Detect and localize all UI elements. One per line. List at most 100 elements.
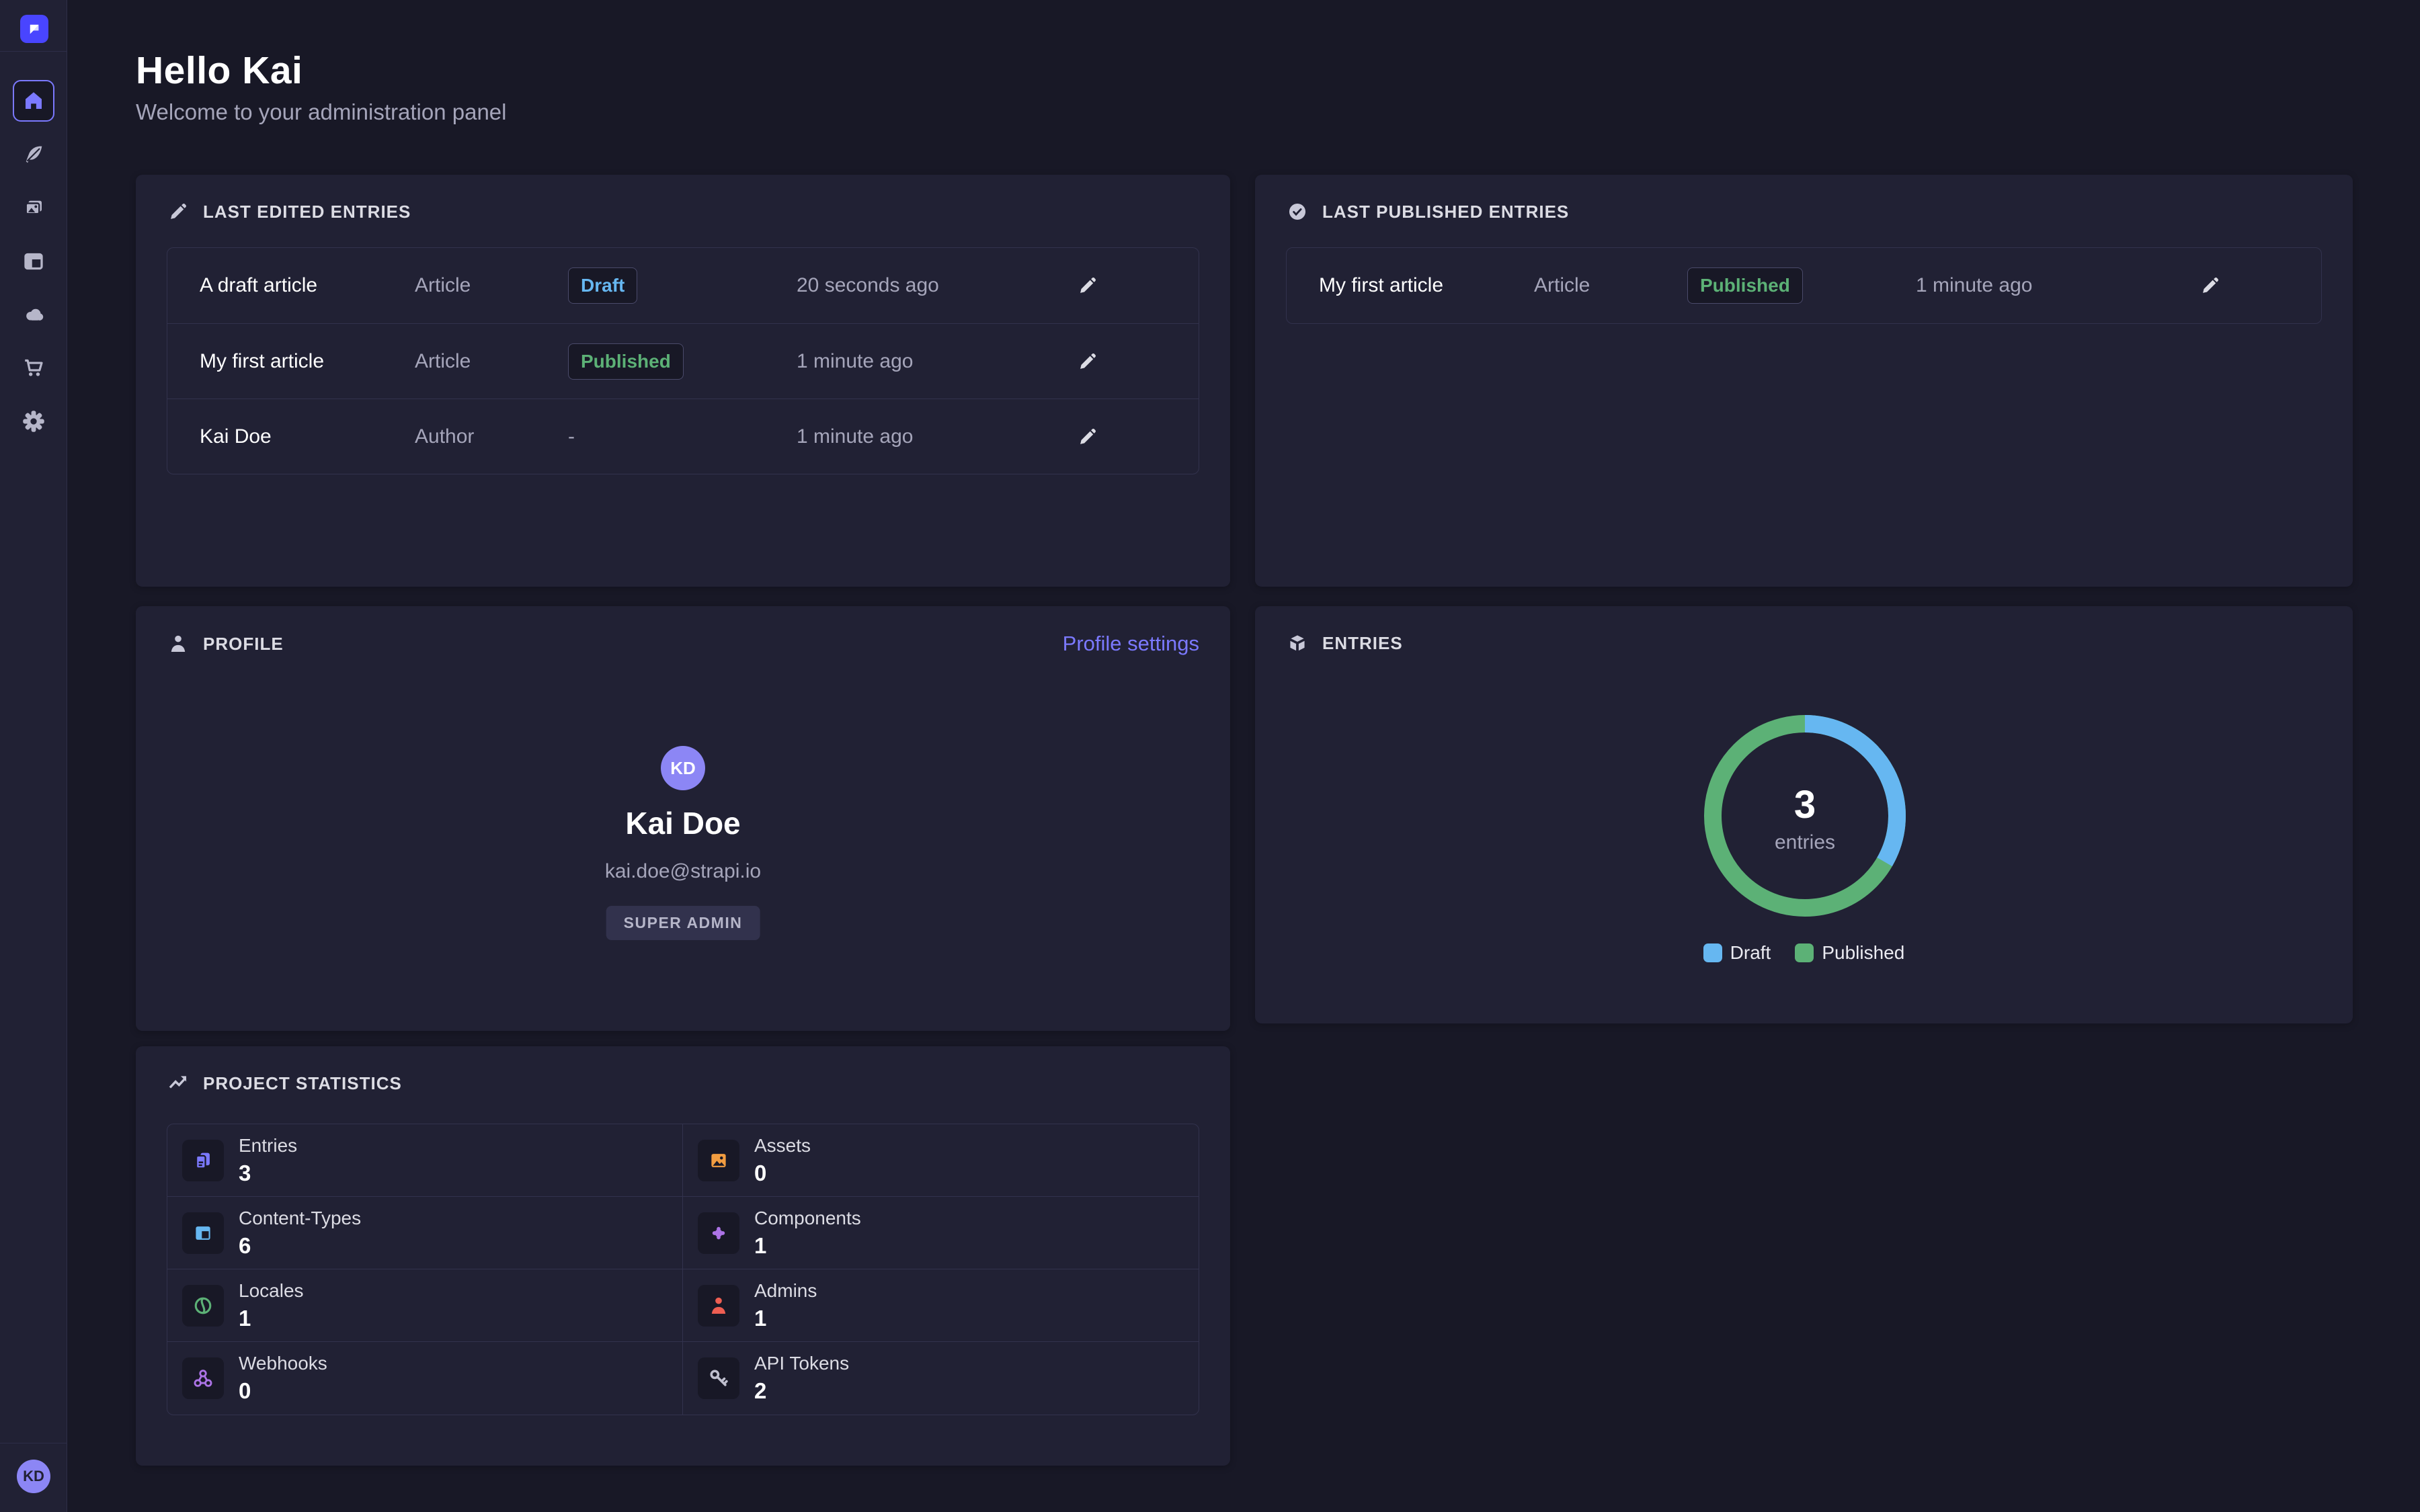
chart-legend: Draft Published [1255, 942, 2353, 964]
assets-image-icon [698, 1140, 739, 1181]
content-manager-feather-icon [22, 142, 46, 167]
stat-assets: Assets 0 [683, 1124, 1199, 1197]
entry-updated-time: 1 minute ago [797, 350, 1051, 373]
last-published-table: My first article Article Published 1 min… [1286, 247, 2322, 324]
profile-avatar: KD [661, 746, 705, 790]
pencil-icon [1076, 274, 1099, 297]
content-type-builder-icon [22, 249, 46, 274]
role-badge: SUPER ADMIN [606, 906, 760, 940]
card-title: PROFILE [203, 634, 284, 655]
media-library-icon [22, 196, 46, 220]
card-header: LAST PUBLISHED ENTRIES [1286, 200, 2322, 223]
stat-label: Webhooks [239, 1353, 327, 1374]
check-circle-icon [1286, 200, 1309, 223]
status-badge: Published [568, 343, 684, 380]
strapi-admin-dashboard: KD Hello Kai Welcome to your administrat… [0, 0, 2420, 1512]
edit-entry-button[interactable] [2199, 274, 2222, 297]
edit-entry-button[interactable] [1076, 425, 1099, 448]
status-badge: Draft [568, 267, 637, 304]
gear-icon [22, 409, 46, 433]
cube-icon [1286, 632, 1309, 655]
stat-label: Admins [754, 1280, 817, 1302]
sidebar-divider-top [0, 51, 67, 52]
donut-center-label: 3 entries [1704, 767, 1906, 868]
sidebar-item-media-library[interactable] [13, 187, 54, 229]
stat-locales: Locales 1 [167, 1269, 683, 1342]
stat-label: Locales [239, 1280, 304, 1302]
card-title: LAST PUBLISHED ENTRIES [1322, 202, 1569, 222]
entries-count: 3 [1794, 782, 1816, 827]
stat-admins: Admins 1 [683, 1269, 1199, 1342]
components-icon [698, 1212, 739, 1254]
sidebar-item-settings[interactable] [13, 401, 54, 442]
legend-swatch-draft [1703, 943, 1722, 962]
table-row[interactable]: Kai Doe Author - 1 minute ago [167, 398, 1199, 474]
cloud-icon [22, 302, 46, 327]
edit-entry-button[interactable] [1076, 350, 1099, 373]
profile-card: PROFILE Profile settings KD Kai Doe kai.… [136, 606, 1230, 1031]
entry-type: Article [1534, 274, 1687, 297]
stat-value: 2 [754, 1378, 849, 1404]
entry-type: Author [415, 425, 568, 448]
stat-value: 6 [239, 1233, 361, 1259]
stat-value: 3 [239, 1161, 297, 1186]
sidebar-item-home[interactable] [13, 80, 54, 122]
sidebar-item-content-manager[interactable] [13, 134, 54, 175]
card-header: LAST EDITED ENTRIES [167, 200, 1199, 223]
page-subtitle: Welcome to your administration panel [136, 99, 507, 125]
legend-label: Published [1822, 942, 1904, 964]
sidebar: KD [0, 0, 67, 1512]
stat-label: Assets [754, 1135, 811, 1157]
admins-person-icon [698, 1285, 739, 1327]
legend-item-published: Published [1795, 942, 1904, 964]
stat-value: 1 [239, 1306, 304, 1331]
edit-entry-button[interactable] [1076, 274, 1099, 297]
webhooks-icon [182, 1357, 224, 1399]
stat-value: 1 [754, 1233, 861, 1259]
entries-unit: entries [1775, 831, 1835, 854]
sidebar-user-avatar[interactable]: KD [17, 1460, 50, 1493]
sidebar-item-content-type-builder[interactable] [13, 241, 54, 282]
profile-initials: KD [670, 758, 696, 779]
api-tokens-key-icon [698, 1357, 739, 1399]
status-empty: - [568, 425, 575, 448]
stat-value: 0 [239, 1378, 327, 1404]
entry-updated-time: 1 minute ago [1916, 274, 2173, 297]
last-edited-entries-card: LAST EDITED ENTRIES A draft article Arti… [136, 175, 1230, 587]
sidebar-user-initials: KD [23, 1468, 44, 1485]
entry-title: My first article [1319, 274, 1534, 297]
stat-content-types: Content-Types 6 [167, 1197, 683, 1269]
profile-name: Kai Doe [136, 805, 1230, 841]
sidebar-item-marketplace[interactable] [13, 347, 54, 388]
last-edited-table: A draft article Article Draft 20 seconds… [167, 247, 1199, 474]
strapi-logo[interactable] [20, 15, 48, 43]
card-header: PROJECT STATISTICS [167, 1072, 1199, 1095]
pencil-icon [167, 200, 190, 223]
table-row[interactable]: My first article Article Published 1 min… [167, 323, 1199, 398]
table-row[interactable]: A draft article Article Draft 20 seconds… [167, 248, 1199, 323]
shopping-cart-icon [22, 355, 46, 380]
entry-updated-time: 1 minute ago [797, 425, 1051, 448]
entry-title: My first article [200, 350, 415, 373]
strapi-logo-glyph [24, 19, 44, 39]
trending-up-icon [167, 1072, 190, 1095]
stat-webhooks: Webhooks 0 [167, 1342, 683, 1415]
card-title: PROJECT STATISTICS [203, 1073, 402, 1094]
legend-item-draft: Draft [1703, 942, 1771, 964]
table-row[interactable]: My first article Article Published 1 min… [1287, 248, 2321, 323]
status-badge: Published [1687, 267, 1803, 304]
content-types-icon [182, 1212, 224, 1254]
entries-card: ENTRIES 3 entries Draft Published [1255, 606, 2353, 1023]
stat-label: API Tokens [754, 1353, 849, 1374]
profile-email: kai.doe@strapi.io [136, 860, 1230, 883]
entry-title: Kai Doe [200, 425, 415, 448]
sidebar-item-deploy[interactable] [13, 294, 54, 335]
stat-label: Entries [239, 1135, 297, 1157]
card-title: ENTRIES [1322, 633, 1403, 654]
home-icon [22, 89, 46, 113]
stat-label: Components [754, 1208, 861, 1229]
profile-settings-link[interactable]: Profile settings [1063, 632, 1199, 656]
project-statistics-card: PROJECT STATISTICS Entries 3 [136, 1046, 1230, 1466]
stat-components: Components 1 [683, 1197, 1199, 1269]
entries-docs-icon [182, 1140, 224, 1181]
